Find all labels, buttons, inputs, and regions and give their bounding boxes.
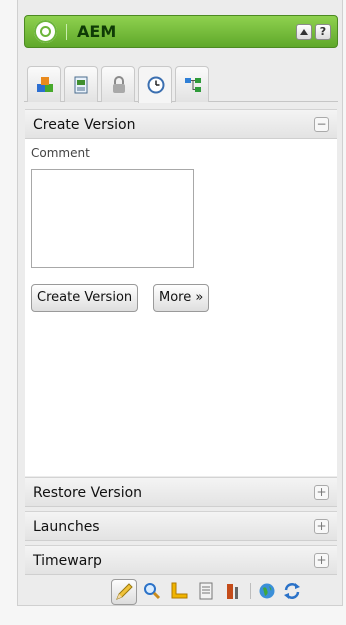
app-title: AEM	[77, 22, 117, 41]
tab-versioning[interactable]	[138, 66, 172, 103]
toolbar-divider	[250, 583, 251, 599]
components-icon	[37, 77, 53, 92]
create-version-title: Create Version	[33, 117, 136, 133]
refresh-icon	[284, 583, 300, 599]
preview-mode-button[interactable]	[143, 582, 161, 600]
triangle-up-icon	[300, 29, 308, 35]
title-bar[interactable]: AEM ?	[24, 15, 338, 48]
page-icon	[74, 76, 88, 94]
tab-tree[interactable]	[175, 66, 209, 102]
more-button[interactable]: More »	[153, 284, 210, 312]
publish-button[interactable]	[258, 582, 276, 600]
globe-icon	[259, 583, 275, 599]
document-icon	[199, 582, 213, 600]
sidekick-panel: AEM ? Create Version − Comment Create Ve…	[17, 0, 343, 606]
collapse-sidekick-button[interactable]	[296, 24, 312, 40]
restore-version-header[interactable]: Restore Version +	[25, 477, 337, 507]
create-version-button[interactable]: Create Version	[31, 284, 139, 312]
tab-components[interactable]	[27, 66, 61, 102]
timewarp-title: Timewarp	[33, 553, 102, 569]
launches-header[interactable]: Launches +	[25, 511, 337, 541]
edit-mode-button[interactable]	[111, 579, 137, 605]
restore-version-title: Restore Version	[33, 485, 143, 501]
tree-icon	[185, 78, 201, 92]
expand-panel-button[interactable]: +	[314, 485, 329, 500]
tab-page[interactable]	[64, 66, 98, 102]
create-version-header[interactable]: Create Version −	[25, 109, 337, 139]
lock-icon	[113, 76, 125, 93]
design-mode-button[interactable]	[170, 582, 188, 600]
tab-workflow[interactable]	[101, 66, 135, 102]
sidekick-tabbar	[24, 62, 338, 103]
clock-icon	[147, 76, 165, 94]
create-version-body: Comment Create Version More »	[25, 139, 337, 476]
design-icon	[227, 584, 238, 599]
mode-toolbar	[25, 577, 337, 605]
ruler-icon	[171, 582, 188, 599]
pencil-icon	[116, 583, 133, 600]
title-divider	[66, 24, 67, 40]
timewarp-header[interactable]: Timewarp +	[25, 545, 337, 575]
aem-logo-icon	[34, 20, 57, 43]
design-button[interactable]	[224, 582, 242, 600]
collapse-panel-button[interactable]: −	[314, 117, 329, 132]
launches-title: Launches	[33, 519, 100, 535]
expand-panel-button[interactable]: +	[314, 519, 329, 534]
refresh-button[interactable]	[283, 582, 301, 600]
magnifier-icon	[144, 583, 161, 600]
comment-label: Comment	[31, 146, 90, 160]
expand-panel-button[interactable]: +	[314, 553, 329, 568]
comment-field[interactable]	[31, 169, 194, 268]
document-button[interactable]	[197, 582, 215, 600]
help-button[interactable]: ?	[315, 24, 331, 40]
